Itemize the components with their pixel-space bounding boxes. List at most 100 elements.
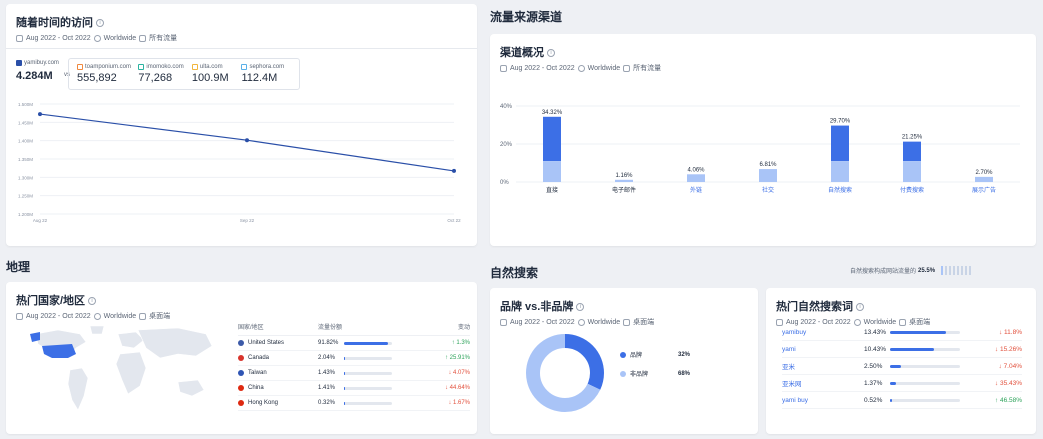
country-name[interactable]: Canada — [248, 355, 269, 361]
keyword-row[interactable]: yami 10.43% ↓ 15.26% — [782, 341, 1022, 358]
x-category-label[interactable]: 自然搜索 — [828, 186, 852, 194]
bar-segment-light[interactable] — [543, 161, 561, 182]
share-bar-fill — [344, 386, 345, 390]
data-point[interactable] — [38, 112, 42, 117]
region[interactable]: Worldwide — [588, 319, 621, 326]
date-range[interactable]: Aug 2022 - Oct 2022 — [510, 65, 575, 72]
main-site[interactable]: yamibuy.com 4.284M — [16, 60, 59, 82]
legend-value: 32% — [677, 351, 690, 358]
arrow-up-icon: ↑ — [994, 396, 999, 404]
info-icon[interactable]: i — [88, 297, 97, 306]
keyword-term[interactable]: yami — [782, 346, 864, 353]
organic-share-text: 自然搜索构成网站流量的 — [850, 269, 917, 275]
keyword-row[interactable]: 亚米网 1.37% ↓ 35.43% — [782, 375, 1022, 392]
keywords-title: 热门自然搜索词 — [776, 301, 853, 313]
x-category-label[interactable]: 直接 — [546, 186, 558, 194]
table-row[interactable]: United States 91.82% ↑ 1.3% — [238, 336, 470, 351]
region[interactable]: Worldwide — [104, 313, 137, 320]
change-cell: ↓ 1.67% — [428, 400, 470, 406]
competitor-2[interactable]: ulta.com 100.9M — [191, 64, 242, 84]
bar-segment-light[interactable] — [975, 176, 993, 182]
keyword-share-bar-fill — [890, 381, 896, 385]
united-states-region[interactable] — [42, 344, 76, 358]
share-value: 0.32% — [318, 400, 336, 406]
info-icon[interactable]: i — [576, 303, 585, 312]
keyword-row[interactable]: 亚米 2.50% ↓ 7.04% — [782, 358, 1022, 375]
country-name[interactable]: China — [248, 385, 264, 391]
share-bar — [344, 341, 392, 345]
share-value: 1.43% — [318, 370, 336, 376]
bar-segment-dark[interactable] — [543, 116, 561, 162]
legend-label: 非品牌 — [630, 372, 649, 378]
competitor-0[interactable]: toamponium.com 555,892 — [77, 64, 138, 84]
legend-value: 68% — [677, 370, 690, 377]
region[interactable]: Worldwide — [104, 35, 137, 42]
world-map[interactable] — [28, 324, 228, 424]
share-cell: 1.41% — [318, 385, 428, 391]
table-row[interactable]: Canada 2.04% ↑ 25.91% — [238, 351, 470, 366]
divider — [6, 48, 477, 49]
keyword-change: ↓ 11.8% — [960, 329, 1022, 336]
keyword-term[interactable]: yami buy — [782, 397, 864, 404]
competitor-3[interactable]: sephora.com 112.4M — [241, 64, 291, 84]
swatch — [77, 64, 83, 70]
competitor-name: sephora.com — [249, 64, 285, 70]
data-point[interactable] — [245, 138, 249, 143]
date-range[interactable]: Aug 2022 - Oct 2022 — [510, 319, 575, 326]
device[interactable]: 桌面端 — [633, 317, 654, 327]
competitor-1[interactable]: imomoko.com 77,268 — [138, 64, 192, 84]
traffic-type[interactable]: 所有流量 — [149, 33, 177, 43]
bar-segment-dark[interactable] — [903, 141, 921, 162]
bar-segment-light[interactable] — [615, 179, 633, 182]
country-name[interactable]: Hong Kong — [248, 400, 278, 406]
keyword-row[interactable]: yamibuy 13.43% ↓ 11.8% — [782, 324, 1022, 341]
country-name[interactable]: Taiwan — [248, 370, 267, 376]
bar-value-label: 34.32% — [542, 110, 563, 116]
swatch — [191, 64, 198, 70]
info-icon[interactable]: i — [96, 19, 104, 28]
keyword-change-value: 15.26% — [999, 345, 1022, 353]
region[interactable]: Worldwide — [588, 65, 621, 72]
competitor-value: 555,892 — [77, 72, 117, 84]
share-bar-fill — [344, 371, 345, 375]
share-bar — [344, 386, 392, 390]
table-row[interactable]: Taiwan 1.43% ↓ 4.07% — [238, 366, 470, 381]
calendar-icon — [500, 318, 507, 326]
info-icon[interactable]: i — [856, 303, 864, 312]
arrow-down-icon: ↓ — [994, 379, 999, 387]
bar-segment-dark[interactable] — [831, 125, 849, 162]
table-row[interactable]: Hong Kong 0.32% ↓ 1.67% — [238, 396, 470, 411]
device[interactable]: 桌面端 — [149, 311, 170, 321]
keyword-share-bar — [890, 330, 960, 334]
keyword-term[interactable]: 亚米 — [782, 361, 864, 371]
bar-segment-light[interactable] — [903, 161, 921, 182]
brand-legend: 品牌 32% 非品牌 68% — [620, 350, 690, 378]
info-icon[interactable]: i — [547, 49, 555, 58]
bar-value-label: 6.81% — [759, 162, 777, 168]
x-tick-label: Oct 22 — [447, 218, 461, 223]
table-row[interactable]: China 1.41% ↓ 44.64% — [238, 381, 470, 396]
x-category-label[interactable]: 付费搜索 — [900, 186, 924, 194]
flag-icon — [238, 370, 244, 376]
date-range[interactable]: Aug 2022 - Oct 2022 — [26, 35, 91, 42]
country-name[interactable]: United States — [248, 340, 284, 346]
traffic-type[interactable]: 所有流量 — [633, 63, 661, 73]
keyword-row[interactable]: yami buy 0.52% ↑ 46.58% — [782, 392, 1022, 409]
keyword-term[interactable]: yamibuy — [782, 329, 864, 336]
x-category-label[interactable]: 社交 — [762, 186, 774, 194]
bar-segment-light[interactable] — [759, 169, 777, 182]
x-category-label[interactable]: 外链 — [690, 186, 702, 194]
x-category-label[interactable]: 展示广告 — [972, 186, 996, 194]
keyword-share-bar-fill — [890, 364, 901, 368]
x-category-label[interactable]: 电子邮件 — [612, 186, 636, 194]
data-point[interactable] — [452, 168, 456, 173]
keyword-change-value: 35.43% — [999, 379, 1022, 387]
change-cell: ↓ 44.64% — [428, 385, 470, 391]
keyword-term[interactable]: 亚米网 — [782, 378, 864, 388]
channel-bar-chart: 40% 20% 0% 34.32% 直接 1.16% 电子邮件 4.06% 外链 6.81% 社交 2… — [500, 104, 1020, 194]
top-countries-title: 热门国家/地区 — [16, 295, 86, 307]
bar-segment-light[interactable] — [687, 174, 705, 182]
organic-share-value: 25.5% — [918, 267, 936, 274]
date-range[interactable]: Aug 2022 - Oct 2022 — [26, 313, 91, 320]
bar-segment-light[interactable] — [831, 161, 849, 182]
